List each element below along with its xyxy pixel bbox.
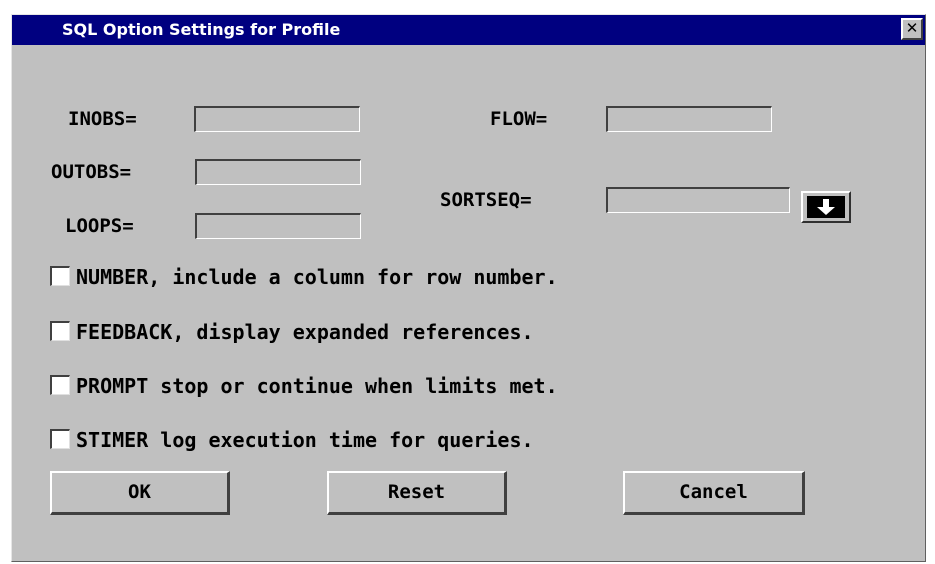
sortseq-label: SORTSEQ= [440,189,532,211]
prompt-checkbox[interactable] [50,375,70,395]
sortseq-dropdown-button[interactable] [801,191,851,223]
flow-label: FLOW= [490,108,548,130]
loops-label: LOOPS= [65,215,134,237]
loops-field[interactable] [195,213,361,239]
window-title: SQL Option Settings for Profile [62,20,341,39]
close-icon: ✕ [905,19,919,37]
feedback-checkbox[interactable] [50,321,70,341]
stimer-option-label: STIMER log execution time for queries. [76,428,534,452]
title-bar[interactable]: SQL Option Settings for Profile ✕ [12,15,925,45]
inobs-field[interactable] [194,106,360,132]
cancel-button[interactable]: Cancel [623,471,805,515]
outobs-label: OUTOBS= [51,161,132,183]
stimer-checkbox[interactable] [50,429,70,449]
inobs-label: INOBS= [68,108,137,130]
number-checkbox[interactable] [50,266,70,286]
feedback-option-label: FEEDBACK, display expanded references. [76,320,534,344]
number-option-label: NUMBER, include a column for row number. [76,265,558,289]
close-button[interactable]: ✕ [901,18,923,40]
outobs-field[interactable] [195,159,361,185]
down-arrow-icon [807,196,845,218]
sql-option-settings-dialog: SQL Option Settings for Profile ✕ INOBS=… [11,14,926,562]
flow-field[interactable] [606,106,772,132]
reset-button[interactable]: Reset [327,471,507,515]
sortseq-field[interactable] [606,187,790,213]
ok-button[interactable]: OK [50,471,230,515]
prompt-option-label: PROMPT stop or continue when limits met. [76,374,558,398]
